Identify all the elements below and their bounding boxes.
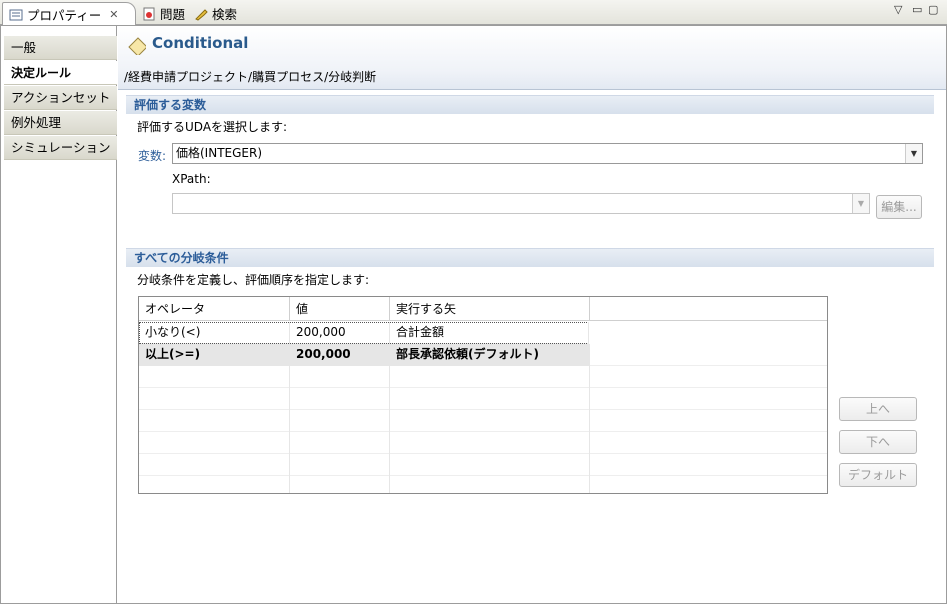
properties-header: Conditional /経費申請プロジェクト/購買プロセス/分岐判断: [118, 26, 946, 90]
page-title: Conditional: [152, 34, 249, 52]
grid-line: [289, 432, 290, 454]
cell-operator[interactable]: 小なり(<): [139, 322, 290, 344]
element-path: /経費申請プロジェクト/購買プロセス/分岐判断: [124, 70, 377, 84]
conditional-icon: [128, 37, 146, 55]
grid-line: [389, 410, 390, 432]
table-row[interactable]: 以上(>=) 200,000 部長承認依頼(デフォルト): [139, 344, 827, 366]
table-header: オペレータ 値 実行する矢: [139, 297, 827, 321]
tab-label: 問題: [160, 7, 186, 22]
variable-value: 価格(INTEGER): [176, 146, 263, 160]
grid-line: [389, 476, 390, 493]
chevron-down-icon[interactable]: ▼: [905, 144, 922, 163]
grid-line: [289, 366, 290, 388]
cell-arrow[interactable]: 部長承認依頼(デフォルト): [390, 344, 590, 366]
nav-item-general[interactable]: 一般: [4, 36, 117, 60]
grid-line: [389, 366, 390, 388]
grid-line: [289, 454, 290, 476]
view-menu-icon[interactable]: ▽: [894, 3, 902, 16]
grid-line: [389, 432, 390, 454]
search-icon: [194, 7, 208, 21]
grid-line: [589, 454, 590, 476]
variable-section: 評価する変数: [126, 95, 934, 114]
section-title[interactable]: 評価する変数: [126, 95, 934, 114]
properties-icon: [9, 8, 23, 22]
move-up-button[interactable]: 上へ: [839, 397, 917, 421]
grid-line: [589, 366, 590, 388]
column-header-value[interactable]: 値: [290, 297, 390, 321]
chevron-down-icon[interactable]: ▼: [852, 194, 869, 213]
section-title[interactable]: すべての分岐条件: [126, 248, 934, 267]
grid-line: [289, 410, 290, 432]
conditions-section: すべての分岐条件: [126, 248, 934, 267]
xpath-select[interactable]: ▼: [172, 193, 870, 214]
empty-table-row: [139, 388, 827, 410]
empty-table-row: [139, 454, 827, 476]
cell-operator[interactable]: 以上(>=): [139, 344, 290, 366]
nav-item-simulation[interactable]: シミュレーション: [4, 136, 117, 160]
column-header-arrow[interactable]: 実行する矢: [390, 297, 590, 321]
column-header-operator[interactable]: オペレータ: [139, 297, 290, 321]
conditions-table[interactable]: オペレータ 値 実行する矢 小なり(<) 200,000 合計金額 以上(>=)…: [138, 296, 828, 494]
properties-nav: 一般 決定ルール アクションセット 例外処理 シミュレーション: [1, 26, 117, 603]
cell-value[interactable]: 200,000: [290, 322, 390, 344]
tab-label: プロパティー: [27, 8, 102, 23]
tab-search[interactable]: 検索: [188, 2, 243, 25]
grid-line: [589, 388, 590, 410]
view-tab-bar: プロパティー ✕ 問題 検索 ▽ ▭ ▢: [0, 0, 947, 26]
nav-item-exception[interactable]: 例外処理: [4, 111, 117, 135]
variable-label: 変数:: [138, 149, 167, 163]
xpath-label: XPath:: [172, 172, 211, 186]
grid-line: [289, 388, 290, 410]
set-default-button[interactable]: デフォルト: [839, 463, 917, 487]
grid-line: [589, 410, 590, 432]
maximize-icon[interactable]: ▢: [928, 3, 938, 16]
minimize-icon[interactable]: ▭: [912, 3, 922, 16]
variable-select[interactable]: 価格(INTEGER) ▼: [172, 143, 923, 164]
move-down-button[interactable]: 下へ: [839, 430, 917, 454]
grid-line: [289, 476, 290, 493]
cell-arrow[interactable]: 合計金額: [390, 322, 589, 344]
grid-line: [589, 476, 590, 493]
nav-item-action-set[interactable]: アクションセット: [4, 86, 117, 110]
empty-table-row: [139, 432, 827, 454]
empty-table-row: [139, 366, 827, 388]
close-icon[interactable]: ✕: [109, 8, 118, 21]
tab-properties[interactable]: プロパティー ✕: [2, 2, 136, 26]
cell-value[interactable]: 200,000: [290, 344, 390, 366]
table-row[interactable]: 小なり(<) 200,000 合計金額: [139, 322, 589, 344]
cell-empty: [590, 344, 827, 366]
tab-label: 検索: [212, 7, 238, 22]
variable-description: 評価するUDAを選択します:: [137, 120, 288, 134]
nav-item-decision-rules[interactable]: 決定ルール: [4, 61, 117, 85]
empty-table-row: [139, 410, 827, 432]
edit-button[interactable]: 編集...: [876, 195, 922, 219]
tab-problems[interactable]: 問題: [136, 2, 191, 25]
conditions-description: 分岐条件を定義し、評価順序を指定します:: [137, 273, 370, 287]
grid-line: [389, 454, 390, 476]
grid-line: [389, 388, 390, 410]
grid-line: [589, 432, 590, 454]
problems-icon: [142, 7, 156, 21]
empty-table-row: [139, 476, 827, 493]
